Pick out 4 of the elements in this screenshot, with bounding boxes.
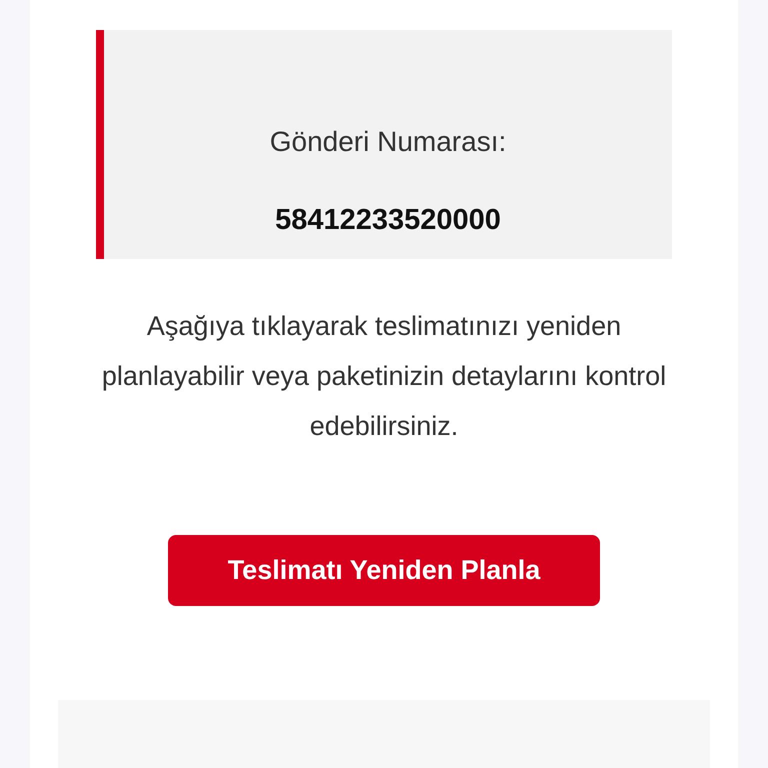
shipment-number: 58412233520000 [275, 204, 501, 237]
reschedule-button[interactable]: Teslimatı Yeniden Planla [168, 534, 600, 606]
message-text: Aşağıya tıklayarak teslimatınızı yeniden planlayabilir veya paketinizin detaylarını kontrol edebilirsiniz. [100, 310, 668, 443]
shipment-label: Gönderi Numarası: [270, 126, 506, 158]
